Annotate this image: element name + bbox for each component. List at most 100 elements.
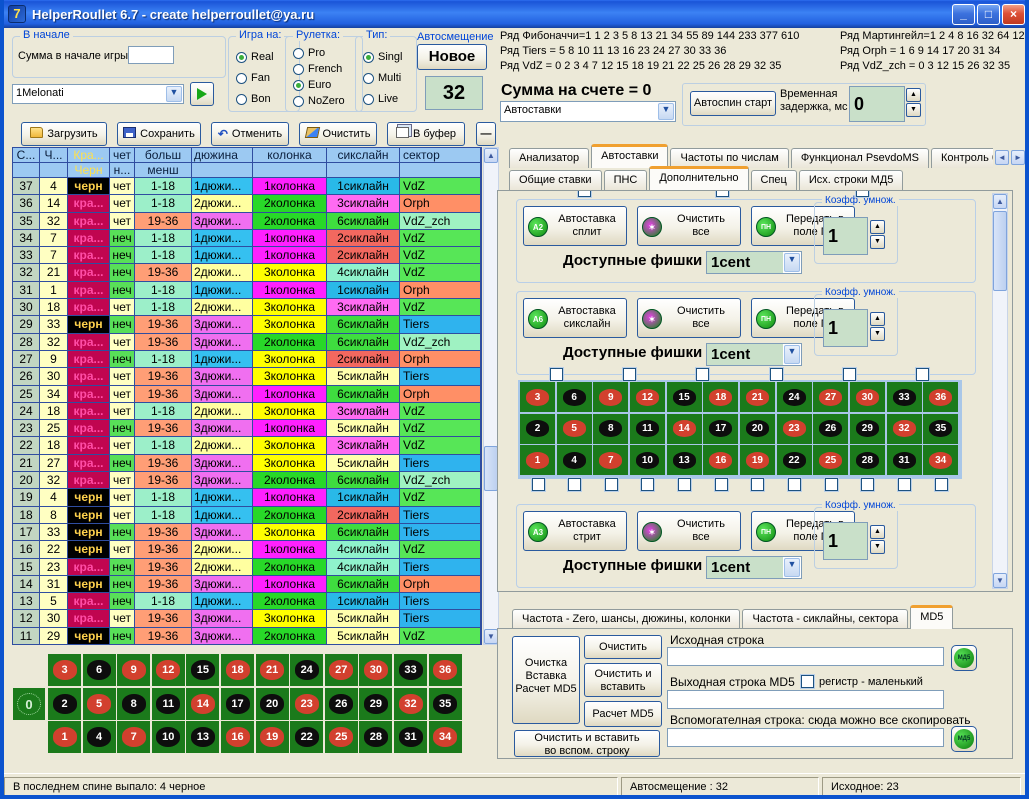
toolbar-open-folder-button[interactable]: Загрузить	[21, 122, 107, 146]
roulette-cell-15[interactable]: 15	[186, 654, 219, 686]
roulette-cell-23[interactable]: 23	[290, 688, 323, 720]
roulette-cell-24[interactable]: 24	[290, 654, 323, 686]
roulette-cell-6[interactable]: 6	[83, 654, 116, 686]
roulette-cell-14[interactable]: 14	[186, 688, 219, 720]
tab-исх-строки-мд5[interactable]: Исх. строки МД5	[799, 170, 904, 190]
roulette-cell-6[interactable]: 6	[557, 382, 592, 412]
sixline-checkbox[interactable]	[550, 368, 563, 381]
chevron-down-icon[interactable]: ▼	[166, 86, 182, 102]
roulette-cell-1[interactable]: 1	[520, 445, 555, 475]
table-row[interactable]: 3614кра...чет1-182дюжи...2колонка3сиклай…	[13, 195, 481, 212]
table-row[interactable]: 1129черннеч19-363дюжи...2колонка5сиклайн…	[13, 628, 481, 645]
street-checkbox[interactable]	[641, 478, 654, 491]
profile-combo[interactable]: 1Melonati ▼	[12, 84, 184, 104]
chevron-down-icon[interactable]: ▼	[658, 103, 674, 120]
street-checkbox[interactable]	[898, 478, 911, 491]
roulette-cell-4[interactable]: 4	[83, 721, 116, 753]
roulette-cell-3[interactable]: 3	[48, 654, 81, 686]
roulette-cell-26[interactable]: 26	[813, 414, 848, 444]
md5-aux-run-button[interactable]: МД5	[951, 726, 977, 752]
roulette-cell-18[interactable]: 18	[221, 654, 254, 686]
history-scroll-thumb[interactable]	[484, 446, 498, 491]
roulette-cell-8[interactable]: 8	[117, 688, 150, 720]
roulette-cell-35[interactable]: 35	[923, 414, 958, 444]
md5-output-input[interactable]	[667, 690, 944, 709]
radio-nozero[interactable]: NoZero	[293, 95, 345, 107]
roulette-cell-7[interactable]: 7	[593, 445, 628, 475]
roulette-cell-18[interactable]: 18	[703, 382, 738, 412]
start-sum-input[interactable]	[128, 46, 174, 64]
table-row[interactable]: 2933черннеч19-363дюжи...3колонка6сиклайн…	[13, 316, 481, 333]
table-row[interactable]: 2418кра...чет1-182дюжи...3колонка3сиклай…	[13, 403, 481, 420]
autospin-start-button[interactable]: Автоспин старт	[690, 91, 776, 116]
street-checkbox[interactable]	[751, 478, 764, 491]
roulette-cell-10[interactable]: 10	[152, 721, 185, 753]
roulette-cell-9[interactable]: 9	[117, 654, 150, 686]
roulette-cell-28[interactable]: 28	[359, 721, 392, 753]
roulette-cell-21[interactable]: 21	[740, 382, 775, 412]
table-row[interactable]: 2325кра...неч19-363дюжи...1колонка5сикла…	[13, 420, 481, 437]
roulette-cell-13[interactable]: 13	[667, 445, 702, 475]
table-row[interactable]: 3532кра...чет19-363дюжи...2колонка6сикла…	[13, 213, 481, 230]
table-row[interactable]: 374чернчет1-181дюжи...1колонка1сиклайнVd…	[13, 178, 481, 195]
table-row[interactable]: 2032кра...чет19-363дюжи...2колонка6сикла…	[13, 472, 481, 489]
roulette-cell-5[interactable]: 5	[557, 414, 592, 444]
roulette-cell-9[interactable]: 9	[593, 382, 628, 412]
roulette-cell-23[interactable]: 23	[777, 414, 812, 444]
panel-scroll-thumb[interactable]	[993, 211, 1007, 291]
toolbar-save-floppy-button[interactable]: Сохранить	[117, 122, 201, 146]
table-row[interactable]: 1622чернчет19-362дюжи...1колонка4сиклайн…	[13, 541, 481, 558]
roulette-cell-34[interactable]: 34	[429, 721, 462, 753]
roulette-cell-22[interactable]: 22	[290, 721, 323, 753]
radio-multi[interactable]: Multi	[363, 72, 401, 84]
street-checkbox[interactable]	[935, 478, 948, 491]
roulette-cell-30[interactable]: 30	[359, 654, 392, 686]
roulette-cell-17[interactable]: 17	[703, 414, 738, 444]
table-row[interactable]: 2630кра...чет19-363дюжи...3колонка5сикла…	[13, 368, 481, 385]
roulette-cell-28[interactable]: 28	[850, 445, 885, 475]
roulette-cell-26[interactable]: 26	[325, 688, 358, 720]
sixline-checkbox[interactable]	[843, 368, 856, 381]
roulette-cell-35[interactable]: 35	[429, 688, 462, 720]
tab-scroll-right-icon[interactable]: ►	[1011, 150, 1025, 165]
md5-clear-insert-button[interactable]: Очистить ивставить	[584, 663, 662, 697]
mode-combo[interactable]: Автоставки ▼	[500, 101, 676, 122]
roulette-cell-27[interactable]: 27	[813, 382, 848, 412]
roulette-cell-17[interactable]: 17	[221, 688, 254, 720]
roulette-cell-13[interactable]: 13	[186, 721, 219, 753]
md5-source-input[interactable]	[667, 647, 944, 666]
table-row[interactable]: 2534кра...чет19-363дюжи...1колонка6сикла…	[13, 386, 481, 403]
street-checkbox[interactable]	[678, 478, 691, 491]
tab-scroll-left-icon[interactable]: ◄	[995, 150, 1009, 165]
table-row[interactable]: 3221кра...неч19-362дюжи...3колонка4сикла…	[13, 264, 481, 281]
table-row[interactable]: 1431черннеч19-363дюжи...1колонка6сиклайн…	[13, 576, 481, 593]
street-checkbox[interactable]	[788, 478, 801, 491]
scroll-up-icon[interactable]: ▲	[993, 194, 1007, 209]
radio-bon[interactable]: Bon	[236, 93, 271, 105]
radio-fan[interactable]: Fan	[236, 72, 270, 84]
roulette-cell-3[interactable]: 3	[520, 382, 555, 412]
roulette-cell-31[interactable]: 31	[887, 445, 922, 475]
roulette-cell-10[interactable]: 10	[630, 445, 665, 475]
roulette-cell-19[interactable]: 19	[740, 445, 775, 475]
md5-combined-button[interactable]: ОчисткаВставкаРасчет MD5	[512, 636, 580, 724]
roulette-cell-24[interactable]: 24	[777, 382, 812, 412]
new-spin-button[interactable]: Новое	[417, 44, 487, 70]
roulette-cell-29[interactable]: 29	[850, 414, 885, 444]
roulette-cell-36[interactable]: 36	[429, 654, 462, 686]
panel-scrollbar[interactable]: ▲ ▼	[992, 193, 1008, 589]
md5-lowercase-checkbox[interactable]	[801, 675, 814, 688]
toolbar-undo-arrow-button[interactable]: ↶Отменить	[211, 122, 289, 146]
roulette-cell-29[interactable]: 29	[359, 688, 392, 720]
delay-spinner[interactable]: 0 ▲▼	[849, 86, 921, 122]
scroll-down-icon[interactable]: ▼	[993, 573, 1007, 588]
table-row[interactable]: 347кра...неч1-181дюжи...1колонка2сиклайн…	[13, 230, 481, 247]
roulette-cell-1[interactable]: 1	[48, 721, 81, 753]
roulette-cell-22[interactable]: 22	[777, 445, 812, 475]
roulette-cell-7[interactable]: 7	[117, 721, 150, 753]
table-row[interactable]: 1230кра...чет19-363дюжи...3колонка5сикла…	[13, 610, 481, 627]
table-row[interactable]: 3018кра...чет1-182дюжи...3колонка3сиклай…	[13, 299, 481, 316]
table-row[interactable]: 2218кра...чет1-182дюжи...3колонка3сиклай…	[13, 437, 481, 454]
street-checkbox[interactable]	[861, 478, 874, 491]
roulette-cell-8[interactable]: 8	[593, 414, 628, 444]
